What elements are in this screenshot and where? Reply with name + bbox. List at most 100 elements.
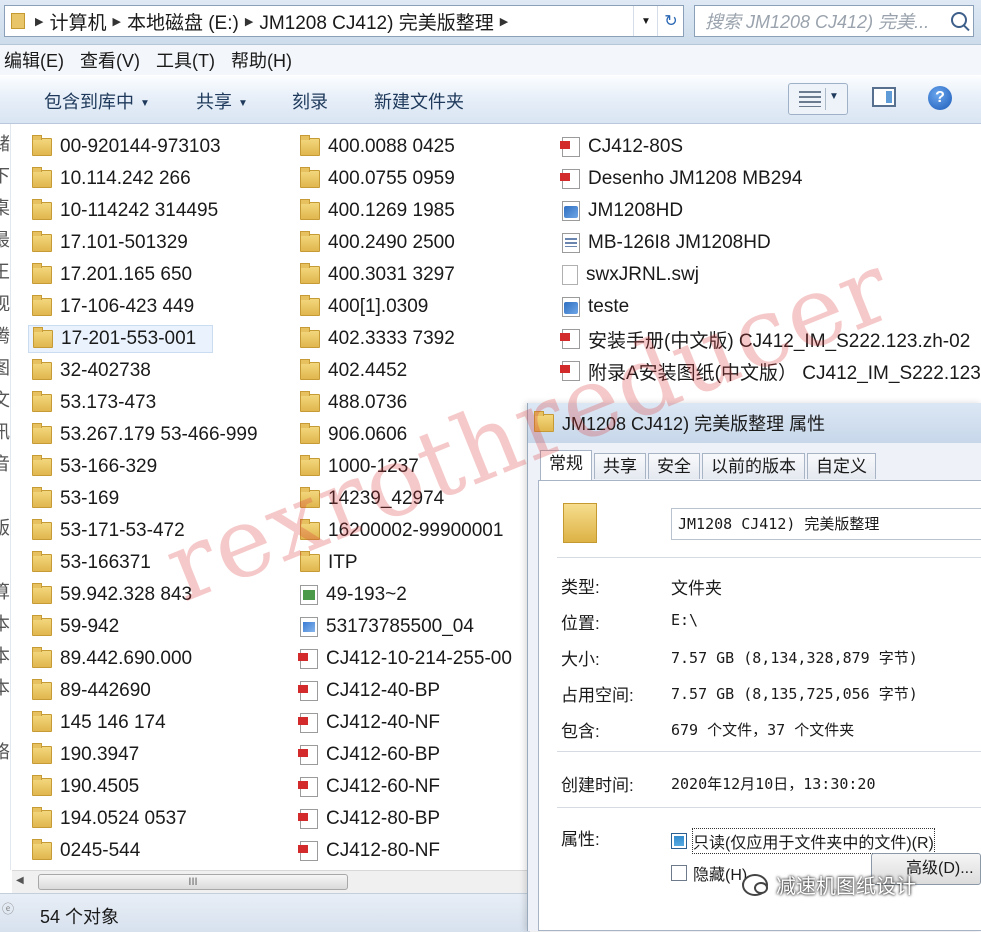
- breadcrumb-folder[interactable]: JM1208 CJ412) 完美版整理: [259, 8, 493, 35]
- chevron-right-icon[interactable]: ▶: [500, 15, 508, 28]
- menu-view[interactable]: 查看(V): [80, 47, 140, 73]
- tab-sharing[interactable]: 共享: [594, 453, 646, 479]
- file-item[interactable]: 400.2490 2500: [300, 229, 455, 257]
- tab-general[interactable]: 常规: [540, 450, 592, 480]
- horizontal-scrollbar[interactable]: ◀ III: [12, 870, 527, 893]
- checkbox-icon[interactable]: [671, 865, 687, 881]
- chevron-right-icon[interactable]: ▶: [245, 15, 253, 28]
- file-item[interactable]: 190.3947: [32, 741, 139, 769]
- scrollbar-thumb[interactable]: III: [38, 874, 348, 890]
- file-item[interactable]: 53.173-473: [32, 389, 156, 417]
- nav-item-fragment[interactable]: 桌: [0, 194, 10, 220]
- file-item[interactable]: 59-942: [32, 613, 119, 641]
- chevron-down-icon[interactable]: ▼: [829, 91, 839, 102]
- file-item[interactable]: 17-106-423 449: [32, 293, 194, 321]
- folder-name-field[interactable]: JM1208 CJ412) 完美版整理: [671, 508, 981, 540]
- nav-item-fragment[interactable]: 腾: [0, 322, 10, 348]
- file-item[interactable]: 10-114242 314495: [32, 197, 218, 225]
- tab-previous-versions[interactable]: 以前的版本: [702, 453, 805, 479]
- file-item[interactable]: 400[1].0309: [300, 293, 428, 321]
- file-item[interactable]: 194.0524 0537: [32, 805, 187, 833]
- file-item[interactable]: CJ412-10-214-255-00: [298, 645, 512, 673]
- help-icon[interactable]: ?: [928, 86, 952, 110]
- chevron-right-icon[interactable]: ▶: [35, 15, 43, 28]
- nav-item-fragment[interactable]: 储: [0, 130, 10, 156]
- file-item[interactable]: 53173785500_04: [300, 613, 474, 641]
- nav-item-fragment[interactable]: 本: [0, 610, 10, 636]
- breadcrumb-drive[interactable]: 本地磁盘 (E:): [127, 8, 239, 35]
- readonly-checkbox[interactable]: 只读(仅应用于文件夹中的文件)(R): [671, 828, 935, 854]
- nav-item-fragment[interactable]: 版: [0, 514, 10, 540]
- file-item[interactable]: 402.4452: [300, 357, 407, 385]
- nav-item-fragment[interactable]: 视: [0, 290, 10, 316]
- file-item[interactable]: 14239_42974: [300, 485, 444, 513]
- file-item[interactable]: 53-169: [32, 485, 119, 513]
- file-item[interactable]: 00-920144-973103: [32, 133, 221, 161]
- menu-help[interactable]: 帮助(H): [231, 47, 292, 73]
- preview-pane-icon[interactable]: [872, 87, 896, 107]
- file-item[interactable]: CJ412-80-NF: [298, 837, 440, 865]
- file-item[interactable]: 53-166-329: [32, 453, 157, 481]
- tab-customize[interactable]: 自定义: [807, 453, 876, 479]
- breadcrumb-computer[interactable]: 计算机: [49, 8, 106, 35]
- nav-item-fragment[interactable]: 图: [0, 354, 10, 380]
- nav-item-fragment[interactable]: 讯: [0, 418, 10, 444]
- nav-item-fragment[interactable]: 本: [0, 642, 10, 668]
- file-item[interactable]: 53.267.179 53-466-999: [32, 421, 258, 449]
- file-item[interactable]: 49-193~2: [300, 581, 407, 609]
- chevron-down-icon[interactable]: ▼: [633, 6, 658, 36]
- nav-item-fragment[interactable]: 王: [0, 258, 10, 284]
- scroll-left-icon[interactable]: ◀: [16, 875, 24, 886]
- file-item[interactable]: 53-166371: [32, 549, 151, 577]
- checkbox-indeterminate-icon[interactable]: [671, 833, 687, 849]
- file-item[interactable]: 32-402738: [32, 357, 151, 385]
- file-item[interactable]: 488.0736: [300, 389, 407, 417]
- file-item[interactable]: Desenho JM1208 MB294: [560, 165, 802, 193]
- burn-button[interactable]: 刻录: [292, 88, 328, 114]
- nav-item-fragment[interactable]: 下: [0, 162, 10, 188]
- file-item[interactable]: 53-171-53-472: [32, 517, 185, 545]
- menu-tools[interactable]: 工具(T): [156, 47, 215, 73]
- file-item[interactable]: 1000-1237: [300, 453, 419, 481]
- nav-item-fragment[interactable]: 文: [0, 386, 10, 412]
- file-item[interactable]: JM1208HD: [562, 197, 683, 225]
- file-item[interactable]: teste: [562, 293, 629, 321]
- menu-edit[interactable]: 编辑(E): [4, 47, 64, 73]
- new-folder-button[interactable]: 新建文件夹: [374, 88, 464, 114]
- file-item[interactable]: 17-201-553-001: [28, 325, 213, 353]
- nav-item-fragment[interactable]: 络: [0, 738, 10, 764]
- file-item[interactable]: 16200002-99900001: [300, 517, 503, 545]
- chevron-right-icon[interactable]: ▶: [112, 15, 120, 28]
- file-item[interactable]: CJ412-80-BP: [298, 805, 440, 833]
- file-item[interactable]: 400.3031 3297: [300, 261, 455, 289]
- refresh-icon[interactable]: ↻: [657, 6, 684, 36]
- share-button[interactable]: 共享 ▼: [196, 88, 248, 114]
- file-item[interactable]: 0245-544: [32, 837, 140, 865]
- file-item[interactable]: 89-442690: [32, 677, 151, 705]
- file-item[interactable]: 400.0755 0959: [300, 165, 455, 193]
- navigation-pane[interactable]: 储下桌最王视腾图文讯音版算本本本络: [0, 124, 11, 870]
- file-item[interactable]: 安装手册(中文版) CJ412_IM_S222.123.zh-02: [560, 325, 970, 353]
- nav-item-fragment[interactable]: 本: [0, 674, 10, 700]
- file-item[interactable]: 400.0088 0425: [300, 133, 455, 161]
- address-box[interactable]: ▶ 计算机 ▶ 本地磁盘 (E:) ▶ JM1208 CJ412) 完美版整理 …: [4, 5, 684, 37]
- nav-item-fragment[interactable]: 最: [0, 226, 10, 252]
- dialog-title-bar[interactable]: JM1208 CJ412) 完美版整理 属性: [528, 403, 981, 443]
- file-item[interactable]: 17.201.165 650: [32, 261, 192, 289]
- file-item[interactable]: MB-126I8 JM1208HD: [562, 229, 771, 257]
- file-item[interactable]: ITP: [300, 549, 358, 577]
- file-item[interactable]: 906.0606: [300, 421, 407, 449]
- file-item[interactable]: 17.101-501329: [32, 229, 188, 257]
- hidden-checkbox[interactable]: 隐藏(H): [671, 861, 747, 885]
- file-item[interactable]: CJ412-80S: [560, 133, 683, 161]
- file-item[interactable]: 10.114.242 266: [32, 165, 191, 193]
- file-item[interactable]: CJ412-40-BP: [298, 677, 440, 705]
- search-icon[interactable]: [951, 12, 967, 28]
- file-item[interactable]: CJ412-60-BP: [298, 741, 440, 769]
- tab-security[interactable]: 安全: [648, 453, 700, 479]
- change-view-button[interactable]: ▼: [788, 83, 848, 115]
- search-input[interactable]: 搜索 JM1208 CJ412) 完美...: [694, 5, 974, 37]
- file-item[interactable]: CJ412-60-NF: [298, 773, 440, 801]
- file-item[interactable]: CJ412-40-NF: [298, 709, 440, 737]
- file-item[interactable]: 400.1269 1985: [300, 197, 455, 225]
